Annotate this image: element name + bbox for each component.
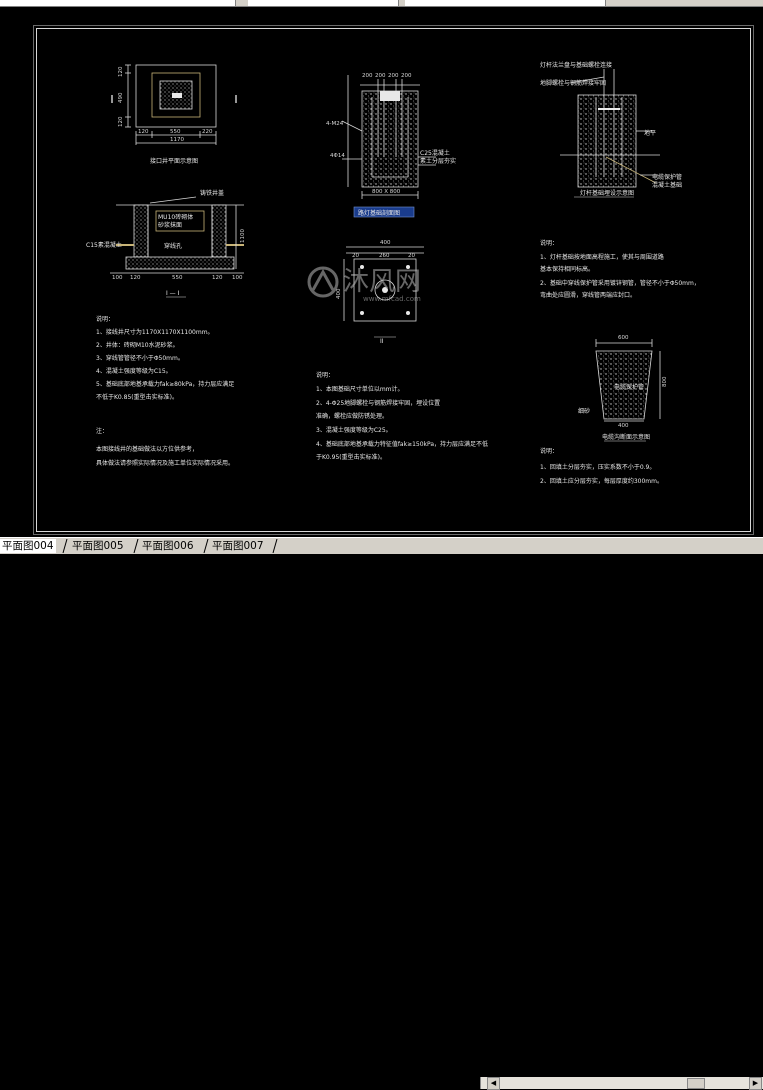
plan-sub-2: 260 [379,253,390,259]
sec-label-hole: 穿线孔 [164,242,182,250]
section-caption: I — I [166,290,180,297]
tab-separator [272,539,278,553]
trench-inner: 400 [618,423,629,429]
tab-plan-006[interactable]: 平面图006 [140,539,196,553]
trench-caption: 电缆沟断面示意图 [602,433,650,441]
tab-separator [133,539,139,553]
tl-note-5: 5、基础底部地基承载力fak≥80kPa，持力层应满足 [96,380,234,388]
tr-note-3: 2、基础中穿线保护管采用镀锌钢管，管径不小于Φ50mm， [540,279,700,287]
toolbar-field-3[interactable] [405,0,606,6]
tm-note-5: 4、基础底部地基承载力特征值fak≥150kPa，持力层应满足不低 [316,440,488,448]
tm-side-2: 素土分层夯实 [420,157,456,165]
trench-dim: 600 [618,335,629,341]
tl-top-dim-1: 120 [118,66,124,77]
sec-dim-2: 120 [130,275,141,281]
top-toolbar-strip [0,0,763,7]
tab-separator [62,539,68,553]
plan-marker: II [380,338,384,345]
tl-top-dim-3: 120 [118,116,124,127]
tr-note-2: 基本保持相同标高。 [540,265,594,273]
tm-note-1: 1、本图基础尺寸单位以mm计。 [316,385,404,393]
trench-label-2: 细砂 [578,407,590,415]
tl-notes2-1: 本图接线井的基础做法以方位供参考， [96,445,198,453]
plan-side: 400 [336,288,342,299]
tm-caption: 路灯基础剖面图 [358,209,400,217]
tr-notes-title: 说明： [540,239,558,247]
tl-note-1: 1、接线井尺寸为1170X1170X1100mm。 [96,328,214,336]
tm-side-1: C25混凝土 [420,149,450,157]
tr-side-2: 电缆保护管 [652,173,682,181]
tm-bottom-dims: 800 X 800 [372,189,401,195]
sec-label-concrete: C15素混凝土 [86,241,122,249]
tm-dim-label: 4Φ14 [330,153,345,159]
plan-dim-top: 400 [380,240,391,246]
tab-plan-005[interactable]: 平面图005 [70,539,126,553]
plan-sub-1: 20 [352,253,359,259]
tm-note-3: 准确，螺栓应做防锈处理。 [316,412,388,420]
tr-top-2: 地脚螺栓与钢筋焊接牢固 [540,79,606,87]
tl-note-3: 3、穿线管管径不小于Φ50mm。 [96,354,184,362]
tl-total-dim: 1170 [170,137,184,143]
plan-sub-3: 20 [408,253,415,259]
sec-dim-1: 100 [112,275,123,281]
cad-drawing: 120 490 120 120 550 220 1170 接口井平面示意图 铸铁… [86,61,700,485]
sec-dim-5: 100 [232,275,243,281]
foundation-section-view [341,75,436,199]
trench-note-2: 2、回填土应分层夯实，每层厚度约300mm。 [540,477,663,485]
tab-plan-004[interactable]: 平面图004 [0,539,56,553]
tr-note-1: 1、灯杆基础按地面高程施工，使其与周围道路 [540,253,664,261]
tr-caption: 灯杆基础埋设示意图 [580,189,634,197]
tl-notes-title: 说明： [96,315,114,323]
sec-dim-3: 550 [172,275,183,281]
sec-label-cover: 铸铁井盖 [200,189,224,197]
tm-top-dim-1: 200 [362,73,373,79]
sec-label-masonry: MU10砖砌体 [158,213,193,221]
sec-label-plaster: 砂浆抹面 [158,221,182,229]
sec-height: 1100 [240,229,246,243]
toolbar-field[interactable] [0,0,236,6]
trench-note-1: 1、回填土分层夯实，压实系数不小于0.9。 [540,463,655,471]
tm-top-dim-2: 200 [375,73,386,79]
scrollbar-thumb[interactable] [687,1078,705,1089]
tab-plan-007[interactable]: 平面图007 [210,539,266,553]
scroll-left-arrow-icon[interactable]: ◀ [487,1077,500,1090]
tl-bottom-dim-3: 220 [202,129,213,135]
horizontal-scrollbar[interactable]: ◀ ▶ [480,1077,763,1090]
tm-note-4: 3、混凝土强度等级为C25。 [316,426,392,434]
tl-note-4: 4、混凝土强度等级为C15。 [96,367,172,375]
drawing-canvas[interactable]: 120 490 120 120 550 220 1170 接口井平面示意图 铸铁… [0,7,763,537]
scroll-right-arrow-icon[interactable]: ▶ [749,1077,762,1090]
trench-label-1: 电缆保护管 [614,383,644,391]
tr-note-4: 弯曲处应圆滑，穿线管两端应封口。 [540,291,636,299]
sec-dim-4: 120 [212,275,223,281]
tl-bottom-dim-1: 120 [138,129,149,135]
trench-notes-title: 说明： [540,447,558,455]
base-plate-plan [343,246,424,338]
tm-note-6: 于K0.95(重型击实标准)。 [316,453,386,461]
tm-notes-title: 说明： [316,371,334,379]
layout-tabs-bar: 平面图004 平面图005 平面图006 平面图007 ◀ ▶ [0,537,763,1090]
tl-note-6: 不低于K0.85(重型击实标准)。 [96,393,178,401]
tm-top-dim-3: 200 [388,73,399,79]
tl-notes2-title: 注： [96,427,108,435]
tr-top-1: 灯杆法兰盘与基础螺栓连接 [540,61,612,69]
tm-top-dim-4: 200 [401,73,412,79]
tl-note-2: 2、井体：砖砌M10水泥砂浆。 [96,341,179,349]
tm-bolt-label: 4-M24 [326,121,344,127]
trench-height: 800 [662,376,668,387]
tl-top-dim-2: 490 [118,92,124,103]
toolbar-field-2[interactable] [248,0,399,6]
tl-notes2-2: 具体做法请参照实际情况及施工单位实际情况采用。 [96,459,234,467]
tab-separator [203,539,209,553]
tl-caption: 接口井平面示意图 [150,157,198,165]
tr-side-1: 地平 [644,129,656,137]
tl-bottom-dim-2: 550 [170,129,181,135]
tm-note-2: 2、4-Φ25地脚螺栓与钢筋焊接牢固，埋设位置 [316,399,440,407]
tr-side-3: 混凝土基础 [652,181,682,189]
